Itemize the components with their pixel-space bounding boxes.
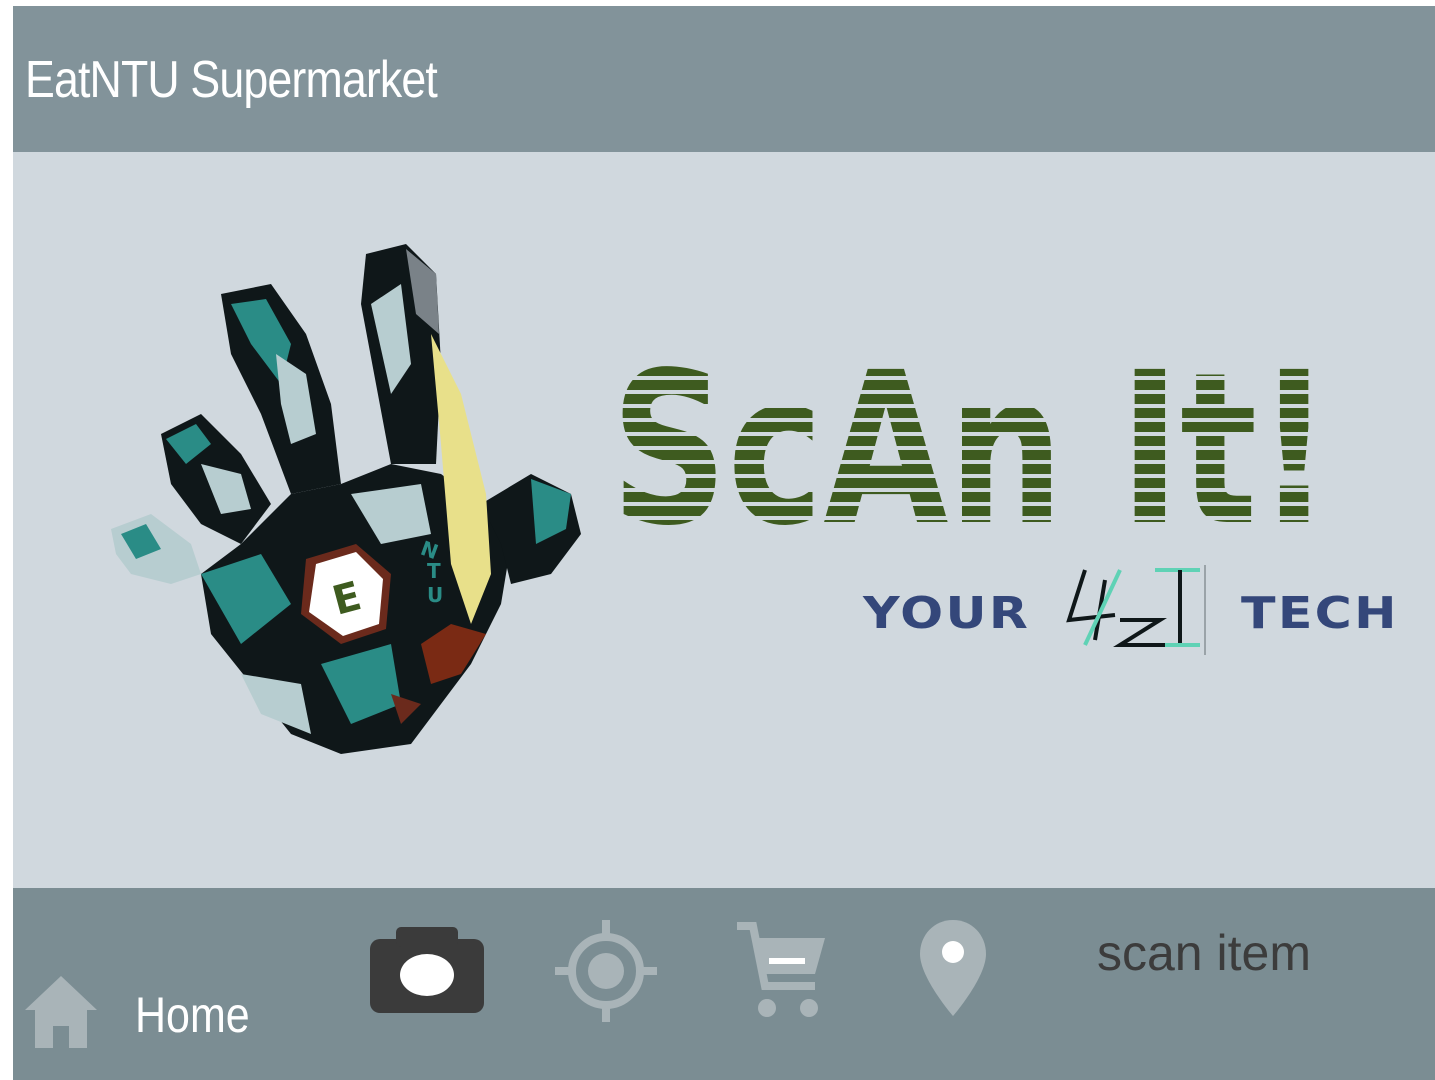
cart-button[interactable] bbox=[735, 918, 827, 1022]
scanit-wordmark-text: ScAn It! bbox=[611, 352, 1331, 552]
tagline-your: YOUR bbox=[863, 588, 1031, 639]
tagline-tech: TECH bbox=[1241, 588, 1399, 639]
home-icon bbox=[25, 976, 97, 1048]
lazi-mark-logo bbox=[1066, 565, 1206, 655]
location-button[interactable] bbox=[918, 918, 988, 1018]
home-label: Home bbox=[135, 987, 250, 1043]
camera-icon bbox=[370, 927, 484, 1013]
hand-letter-t: T bbox=[427, 559, 441, 583]
home-nav-button[interactable]: Home bbox=[21, 948, 281, 1058]
hand-shape bbox=[111, 244, 581, 754]
app-header: EatNTU Supermarket bbox=[13, 6, 1435, 152]
hand-logo-image: E N T U bbox=[111, 244, 581, 754]
cart-icon bbox=[737, 922, 825, 1017]
hand-letter-u: U bbox=[427, 583, 443, 607]
location-pin-icon bbox=[920, 920, 986, 1016]
target-button[interactable] bbox=[553, 918, 659, 1024]
app-title: EatNTU Supermarket bbox=[25, 51, 438, 109]
camera-button[interactable] bbox=[368, 923, 486, 1015]
app-frame: EatNTU Supermarket E N T U ScAn It! YOUR… bbox=[13, 6, 1435, 1080]
scanit-wordmark-logo: ScAn It! bbox=[611, 352, 1331, 552]
main-content: E N T U ScAn It! YOUR TECH bbox=[13, 152, 1435, 888]
status-text: scan item bbox=[1097, 925, 1311, 981]
target-icon bbox=[555, 920, 657, 1022]
tagline: YOUR TECH bbox=[843, 560, 1403, 670]
bottom-nav-bar: Home scan item bbox=[13, 888, 1435, 1080]
